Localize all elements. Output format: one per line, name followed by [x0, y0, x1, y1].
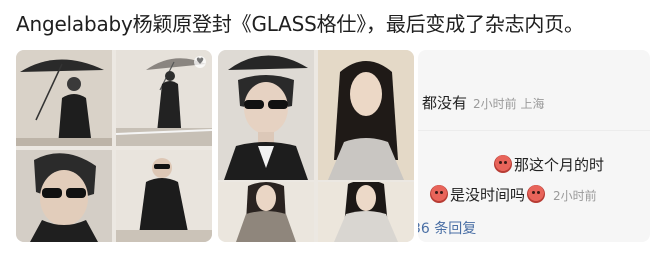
replies-link[interactable]: 36 条回复	[418, 218, 476, 238]
devil-emoji-icon	[527, 185, 546, 203]
comment-3-meta: 2小时前	[553, 189, 597, 203]
devil-emoji-icon	[494, 155, 512, 173]
comment-1: 都没有 2小时前 上海	[422, 92, 544, 113]
comment-2-text: 那这个月的时	[514, 156, 605, 174]
comment-1-meta: 2小时前 上海	[473, 97, 545, 111]
person-sunglasses-portrait-photo[interactable]	[218, 50, 314, 180]
comment-2: 那这个月的时	[492, 154, 604, 175]
comment-3: 是没时间吗 2小时前	[428, 184, 597, 205]
image-panel-left[interactable]: ♥	[16, 50, 212, 242]
comment-3-text: 是没时间吗	[450, 186, 526, 204]
comment-1-text: 都没有	[422, 94, 468, 112]
person-umbrella-photo[interactable]	[16, 50, 112, 146]
image-panel-middle[interactable]	[218, 50, 414, 242]
person-coat-sunglasses-photo[interactable]	[116, 150, 212, 242]
favorite-icon[interactable]: ♥	[194, 56, 206, 68]
devil-emoji-icon	[430, 185, 448, 203]
headline: Angelababy杨颖原登封《GLASS格仕》，最后变成了杂志内页。	[16, 12, 584, 36]
divider	[418, 130, 650, 131]
woman-blazer-photo[interactable]	[218, 182, 314, 242]
comment-screenshot-panel[interactable]: 都没有 2小时前 上海 那这个月的时 是没时间吗 2小时前 36 条回复	[418, 50, 650, 242]
person-umbrella-street-photo[interactable]: ♥	[116, 50, 212, 146]
woman-long-hair-photo[interactable]	[318, 50, 414, 180]
woman-white-blazer-photo[interactable]	[318, 182, 414, 242]
person-sunglasses-closeup-photo[interactable]	[16, 150, 112, 242]
